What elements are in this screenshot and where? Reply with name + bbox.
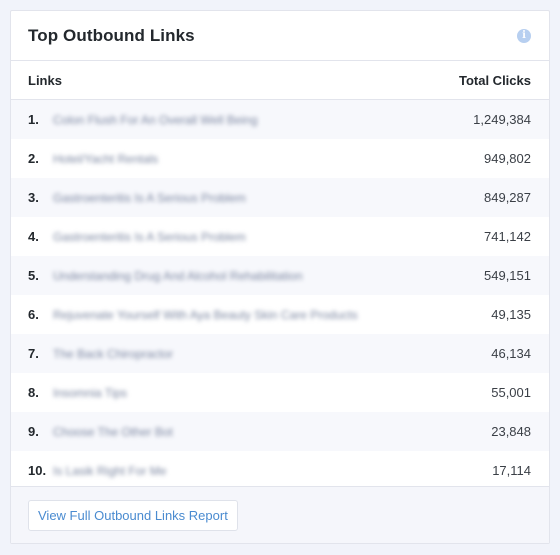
row-rank: 3. [28,190,39,205]
row-total-clicks: 849,287 [484,190,531,205]
outbound-link[interactable]: Understanding Drug And Alcohol Rehabilit… [53,269,303,283]
widget-title: Top Outbound Links [28,25,195,45]
row-total-clicks: 49,135 [491,307,531,322]
widget-footer: View Full Outbound Links Report [11,486,549,543]
table-header: Links Total Clicks [11,61,549,100]
outbound-link[interactable]: Colon Flush For An Overall Well Being [53,113,258,127]
row-total-clicks: 17,114 [492,463,531,478]
outbound-link[interactable]: Gastroenteritis Is A Serious Problem [53,191,246,205]
row-total-clicks: 1,249,384 [473,112,531,127]
outbound-link[interactable]: Insomnia Tips [53,386,127,400]
row-rank: 2. [28,151,39,166]
outbound-link[interactable]: Choose The Other Bot [53,425,173,439]
table-row: 6. Rejuvenate Yourself With Aya Beauty Sk… [11,295,549,334]
outbound-link[interactable]: Rejuvenate Yourself With Aya Beauty Skin… [53,308,358,322]
row-link-cell: 2. Hotel/Yacht Rentals [28,151,158,166]
table-row: 7. The Back Chiropractor 46,134 [11,334,549,373]
row-rank: 7. [28,346,39,361]
row-link-cell: 3. Gastroenteritis Is A Serious Problem [28,190,246,205]
outbound-link[interactable]: Hotel/Yacht Rentals [53,152,158,166]
row-link-cell: 4. Gastroenteritis Is A Serious Problem [28,229,246,244]
row-total-clicks: 55,001 [491,385,531,400]
table-row: 8. Insomnia Tips 55,001 [11,373,549,412]
row-link-cell: 1. Colon Flush For An Overall Well Being [28,112,258,127]
row-rank: 4. [28,229,39,244]
row-total-clicks: 549,151 [484,268,531,283]
row-link-cell: 5. Understanding Drug And Alcohol Rehabil… [28,268,303,283]
table-row: 2. Hotel/Yacht Rentals 949,802 [11,139,549,178]
table-row: 9. Choose The Other Bot 23,848 [11,412,549,451]
row-total-clicks: 46,134 [491,346,531,361]
row-link-cell: 6. Rejuvenate Yourself With Aya Beauty Sk… [28,307,358,322]
table-row: 10. Is Lasik Right For Me 17,114 [11,451,549,490]
row-rank: 10. [28,463,47,478]
row-rank: 5. [28,268,39,283]
row-total-clicks: 949,802 [484,151,531,166]
column-header-links: Links [28,72,62,88]
table-row: 5. Understanding Drug And Alcohol Rehabil… [11,256,549,295]
table-row: 3. Gastroenteritis Is A Serious Problem 84… [11,178,549,217]
row-link-cell: 9. Choose The Other Bot [28,424,173,439]
row-rank: 1. [28,112,39,127]
row-link-cell: 7. The Back Chiropractor [28,346,173,361]
view-full-report-button[interactable]: View Full Outbound Links Report [28,499,238,531]
info-icon[interactable]: i [517,28,531,43]
row-link-cell: 8. Insomnia Tips [28,385,127,400]
widget-header: Top Outbound Links i [11,11,549,61]
top-outbound-links-widget: Top Outbound Links i Links Total Clicks … [10,10,550,544]
row-total-clicks: 23,848 [491,424,531,439]
links-table: 1. Colon Flush For An Overall Well Being 1… [11,100,549,490]
table-row: 4. Gastroenteritis Is A Serious Problem 74… [11,217,549,256]
outbound-link[interactable]: Is Lasik Right For Me [53,464,166,478]
outbound-link[interactable]: Gastroenteritis Is A Serious Problem [53,230,246,244]
row-rank: 8. [28,385,39,400]
row-link-cell: 10. Is Lasik Right For Me [28,463,166,478]
row-rank: 6. [28,307,39,322]
outbound-link[interactable]: The Back Chiropractor [53,347,173,361]
row-rank: 9. [28,424,39,439]
column-header-total-clicks: Total Clicks [458,72,531,88]
row-total-clicks: 741,142 [484,229,531,244]
table-row: 1. Colon Flush For An Overall Well Being 1… [11,100,549,139]
